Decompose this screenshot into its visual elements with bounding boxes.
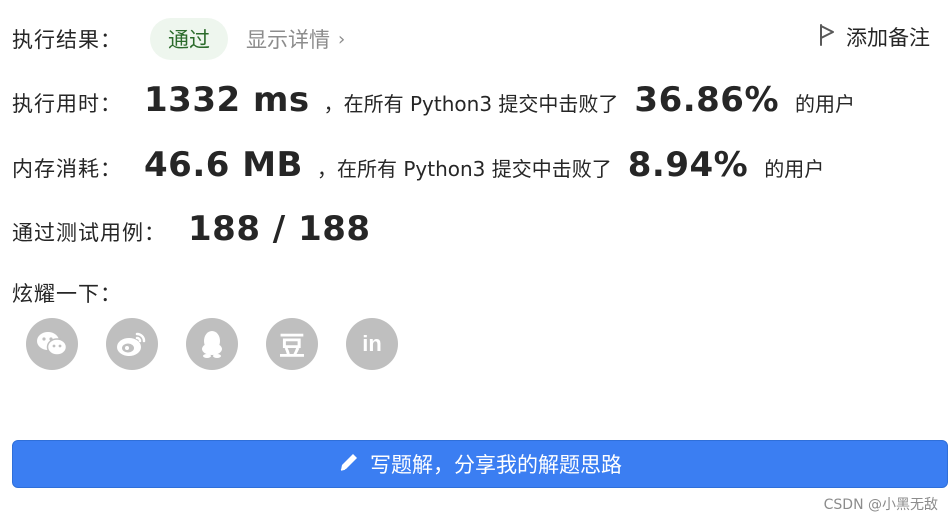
runtime-prefix: ，在所有 Python3 提交中击败了 [323,92,619,116]
wechat-icon[interactable] [26,318,78,370]
douban-glyph: 豆 [278,331,305,362]
weibo-icon[interactable] [106,318,158,370]
douban-icon[interactable]: 豆 [266,318,318,370]
write-solution-button[interactable]: 写题解，分享我的解题思路 [12,440,948,488]
runtime-suffix: 的用户 [795,92,856,116]
share-label: 炫耀一下： [12,282,122,306]
flag-icon [818,23,836,52]
submission-result-panel: 执行结果： 通过 显示详情 › 添加备注 执行用时： 1332 ms ，在所有 … [0,0,952,524]
chevron-right-icon: › [338,28,346,50]
watermark: CSDN @小黑无敌 [823,497,938,513]
linkedin-glyph: in [362,331,382,356]
runtime-value: 1332 ms [144,80,310,120]
tests-row: 通过测试用例： 188 / 188 [12,209,371,249]
memory-row: 内存消耗： 46.6 MB ，在所有 Python3 提交中击败了 8.94% … [12,145,824,185]
memory-value: 46.6 MB [144,145,303,185]
status-badge: 通过 [150,18,228,60]
memory-suffix: 的用户 [764,157,825,181]
memory-prefix: ，在所有 Python3 提交中击败了 [316,157,612,181]
write-solution-label: 写题解，分享我的解题思路 [370,453,622,477]
runtime-row: 执行用时： 1332 ms ，在所有 Python3 提交中击败了 36.86%… [12,80,855,120]
runtime-percent: 36.86% [634,80,780,120]
tests-value: 188 / 188 [188,209,371,249]
add-note-button[interactable]: 添加备注 [818,22,930,52]
show-details-link[interactable]: 显示详情 › [246,24,345,54]
result-row: 执行结果： 通过 显示详情 › 添加备注 [12,16,940,62]
memory-label: 内存消耗： [12,157,122,181]
result-label: 执行结果： [12,28,122,52]
add-note-label: 添加备注 [846,26,930,50]
show-details-label: 显示详情 [246,28,330,52]
tests-label: 通过测试用例： [12,221,166,245]
runtime-label: 执行用时： [12,92,122,116]
share-icons: 豆 in [26,318,398,370]
memory-percent: 8.94% [627,145,749,185]
pencil-icon [338,451,360,478]
qq-icon[interactable] [186,318,238,370]
linkedin-icon[interactable]: in [346,318,398,370]
